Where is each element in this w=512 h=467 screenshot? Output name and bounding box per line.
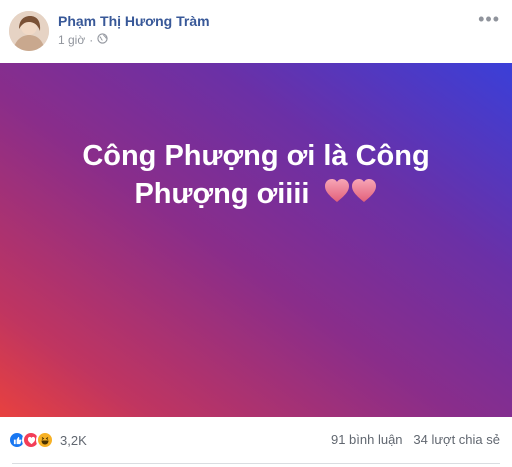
heart-emoji-icon — [324, 176, 378, 214]
post-text-line-2: Phượng ơiiii — [134, 178, 310, 210]
post-meta: 1 giờ · — [58, 33, 108, 47]
avatar[interactable] — [9, 11, 49, 51]
post-text-line-1: Công Phượng ơi là Công — [82, 140, 430, 172]
comments-count-link[interactable]: 91 bình luận — [331, 432, 403, 447]
reaction-count: 3,2K — [60, 432, 87, 448]
footer-divider — [12, 463, 500, 464]
meta-separator: · — [89, 33, 94, 47]
author-name[interactable]: Phạm Thị Hương Tràm — [58, 13, 210, 29]
post-text-line-2-wrap: Phượng ơiiii — [40, 175, 472, 214]
haha-reaction-icon — [36, 431, 54, 449]
more-options-icon[interactable]: ••• — [478, 10, 500, 28]
post-header: Phạm Thị Hương Tràm 1 giờ · ••• — [0, 0, 512, 63]
post-footer: 3,2K 91 bình luận 34 lượt chia sẻ — [0, 417, 512, 467]
post-text: Công Phượng ơi là Công Phượng ơiiii — [40, 137, 472, 214]
shares-count-link[interactable]: 34 lượt chia sẻ — [413, 432, 500, 447]
post-background — [0, 63, 512, 417]
reactions-summary[interactable]: 3,2K — [8, 431, 87, 449]
post-stats: 91 bình luận 34 lượt chia sẻ — [331, 432, 500, 447]
post-time[interactable]: 1 giờ — [58, 33, 85, 47]
globe-icon — [97, 33, 108, 47]
